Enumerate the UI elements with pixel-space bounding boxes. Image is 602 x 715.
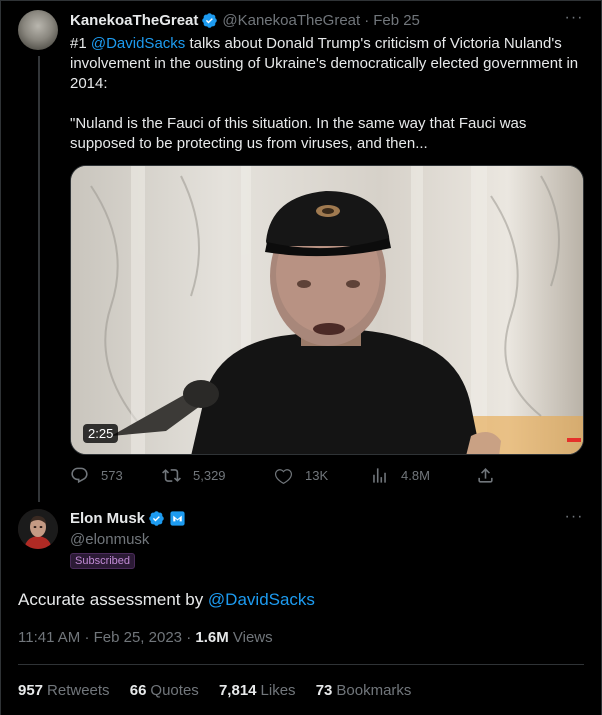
mention-link[interactable]: @DavidSacks (91, 35, 185, 52)
thread-connector-line (38, 56, 40, 502)
tweet-date[interactable]: Feb 25 (373, 12, 420, 29)
reply-button[interactable]: 573 (70, 466, 123, 485)
verified-icon (149, 511, 164, 526)
author-name[interactable]: Elon Musk (70, 510, 145, 527)
business-badge-icon (170, 511, 185, 526)
share-button[interactable] (476, 466, 507, 485)
more-icon[interactable]: ··· (564, 10, 584, 32)
divider (18, 664, 584, 665)
like-button[interactable]: 13K (274, 466, 328, 485)
author-handle[interactable]: @elonmusk (70, 531, 149, 548)
reply-count: 573 (101, 468, 123, 483)
subscribed-badge: Subscribed (70, 553, 136, 569)
video-duration: 2:25 (83, 424, 119, 443)
retweet-icon (162, 469, 181, 482)
video-player[interactable]: 2:25 (70, 165, 584, 455)
separator: · (84, 629, 90, 646)
text-prefix: #1 (70, 35, 91, 52)
share-icon (478, 468, 493, 483)
like-count: 13K (305, 468, 329, 483)
views-button[interactable]: 4.8M (370, 466, 430, 485)
tweet-full-date[interactable]: Feb 25, 2023 (94, 629, 182, 646)
verified-icon (202, 13, 218, 28)
tweet-meta: 11:41 AM · Feb 25, 2023 · 1.6M Views (18, 629, 273, 646)
video-thumbnail (71, 166, 583, 454)
engagement-stats: 957 Retweets 66 Quotes 7,814 Likes 73 Bookma… (18, 682, 427, 699)
quote-text: "Nuland is the Fauci of this situation. … (70, 115, 527, 152)
retweet-button[interactable]: 5,329 (162, 466, 226, 485)
retweet-count: 5,329 (193, 468, 226, 483)
avatar[interactable] (18, 509, 58, 549)
views-count: 1.6M (195, 629, 229, 646)
more-icon[interactable]: ··· (564, 509, 584, 531)
mention-link[interactable]: @DavidSacks (208, 590, 315, 609)
like-icon (274, 469, 293, 484)
avatar-image (18, 509, 58, 549)
tweet2-text: Accurate assessment by @DavidSacks (18, 590, 315, 610)
author-name[interactable]: KanekoaTheGreat (70, 12, 198, 29)
tweet-time[interactable]: 11:41 AM (18, 629, 80, 646)
avatar[interactable] (18, 10, 58, 50)
bookmarks-stat[interactable]: 73 Bookmarks (316, 682, 412, 699)
author-handle[interactable]: @KanekoaTheGreat (222, 12, 360, 29)
reply-icon (71, 467, 88, 484)
tweet1-text: #1 @DavidSacks talks about Donald Trump'… (70, 34, 590, 154)
tweet2-header: Elon Musk (70, 510, 186, 527)
tweet1-header: KanekoaTheGreat @KanekoaTheGreat · Feb 2… (70, 12, 420, 29)
views-icon (373, 468, 386, 483)
retweets-stat[interactable]: 957 Retweets (18, 682, 110, 699)
text-prefix: Accurate assessment by (18, 590, 208, 609)
views-count: 4.8M (401, 468, 430, 483)
separator: · (364, 12, 370, 29)
separator: · (186, 629, 192, 646)
views-label: Views (232, 629, 273, 646)
quotes-stat[interactable]: 66 Quotes (130, 682, 199, 699)
tweet1-action-bar: 573 5,329 13K 4.8M (70, 466, 500, 488)
likes-stat[interactable]: 7,814 Likes (219, 682, 296, 699)
